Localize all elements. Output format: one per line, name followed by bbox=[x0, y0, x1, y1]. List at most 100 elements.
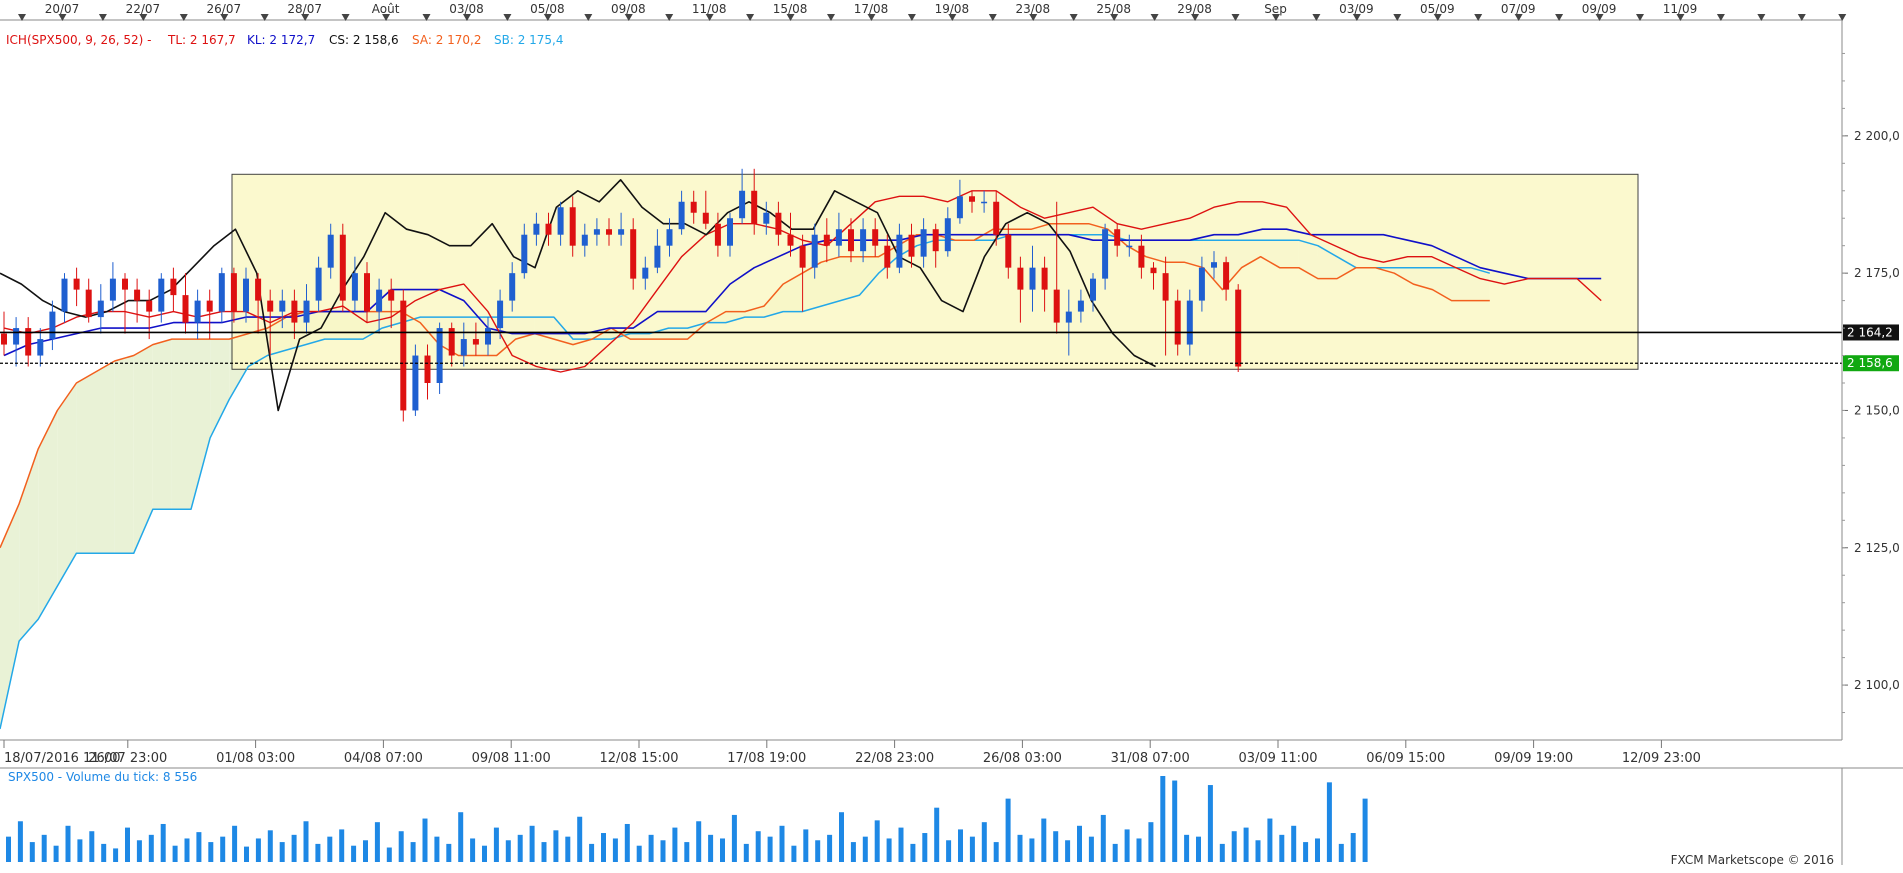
candle-body bbox=[109, 278, 116, 301]
volume-bar bbox=[196, 832, 202, 862]
candle-body bbox=[690, 201, 697, 213]
volume-bar bbox=[815, 840, 821, 862]
volume-bar bbox=[220, 836, 226, 862]
top-date-label: Août bbox=[372, 2, 400, 16]
bottom-time-axis[interactable]: 18/07/2016 11:0026/07 23:00 01/08 03:00 04… bbox=[3, 740, 1701, 766]
cloud-segment bbox=[152, 339, 172, 510]
candle-body bbox=[218, 273, 225, 312]
candle-body bbox=[37, 339, 44, 356]
candle-body bbox=[714, 223, 721, 246]
candle-body bbox=[327, 234, 334, 268]
volume-bar bbox=[339, 829, 345, 862]
candle-body bbox=[1065, 311, 1072, 323]
candle-body bbox=[122, 278, 128, 290]
top-date-label: 11/09 bbox=[1663, 2, 1698, 16]
candle-body bbox=[932, 229, 939, 252]
range-box-layer bbox=[231, 173, 1639, 370]
volume-bar bbox=[779, 825, 785, 862]
top-date-label: 29/08 bbox=[1177, 2, 1212, 16]
candle-body bbox=[497, 300, 504, 329]
candle-body bbox=[49, 311, 56, 340]
volume-bar bbox=[267, 830, 273, 862]
volume-bar bbox=[386, 847, 392, 862]
candle-body bbox=[654, 245, 661, 268]
candle-body bbox=[1017, 267, 1024, 290]
candle-body bbox=[666, 229, 673, 246]
x-tick-label: 06/09 15:00 bbox=[1366, 751, 1445, 766]
volume-bar bbox=[862, 836, 868, 862]
volume-bar bbox=[743, 843, 749, 862]
volume-bar bbox=[291, 834, 297, 862]
x-tick-label: 22/08 23:00 bbox=[855, 751, 934, 766]
price-chart: 2 164,2 2 158,6 20/07 22/07 26/07 28/07 Août 0… bbox=[0, 2, 1903, 867]
top-date-label: 23/08 bbox=[1016, 2, 1051, 16]
candle-body bbox=[569, 207, 576, 246]
candle-body bbox=[13, 328, 20, 345]
volume-bar bbox=[1362, 798, 1368, 862]
candle-body bbox=[146, 300, 153, 312]
volume-bar bbox=[969, 836, 975, 862]
y-tick-label: 2 125,0 bbox=[1854, 541, 1900, 555]
candle-body bbox=[823, 234, 830, 246]
volume-bar bbox=[446, 843, 452, 862]
candle-body bbox=[243, 278, 249, 312]
watermark: FXCM Marketscope © 2016 bbox=[1671, 853, 1834, 867]
cloud-segment bbox=[114, 355, 134, 554]
cloud-segment bbox=[210, 339, 230, 438]
volume-bar bbox=[981, 822, 987, 862]
y-tick-label: 2 150,0 bbox=[1854, 403, 1900, 417]
top-date-label: 25/08 bbox=[1096, 2, 1131, 16]
price-axis[interactable]: 2 200,0 2 175,0 2 150,0 2 125,0 2 100,0 bbox=[1842, 52, 1900, 714]
volume-bar bbox=[1041, 818, 1047, 862]
cloud-segment bbox=[57, 383, 77, 587]
volume-bar bbox=[696, 821, 702, 862]
volume-bar bbox=[720, 838, 725, 862]
candle-body bbox=[1223, 262, 1230, 290]
volume-bar bbox=[1315, 838, 1320, 862]
volume-bar bbox=[636, 845, 642, 862]
candle-body bbox=[1162, 273, 1169, 301]
volume-bar bbox=[434, 836, 440, 862]
x-tick-label: 31/08 07:00 bbox=[1111, 751, 1190, 766]
candle-body bbox=[642, 267, 649, 279]
x-tick-label: 12/08 15:00 bbox=[599, 751, 678, 766]
candle-body bbox=[1198, 267, 1205, 301]
volume-bar bbox=[53, 845, 59, 862]
x-tick-label: 01/08 03:00 bbox=[216, 751, 295, 766]
level-label: 2 158,6 bbox=[1847, 356, 1893, 370]
candle-body bbox=[872, 229, 879, 246]
x-tick-label: 03/09 11:00 bbox=[1238, 751, 1317, 766]
candle-body bbox=[775, 212, 782, 235]
volume-bar bbox=[482, 845, 487, 862]
volume-bar bbox=[29, 842, 35, 862]
top-date-label: 19/08 bbox=[935, 2, 970, 16]
cloud-segment bbox=[0, 503, 20, 730]
volume-bar bbox=[1029, 838, 1035, 862]
volume-bar bbox=[803, 829, 809, 862]
top-date-label: 09/08 bbox=[611, 2, 646, 16]
volume-bar bbox=[1077, 825, 1082, 862]
volume-bar bbox=[351, 845, 357, 862]
candle-body bbox=[472, 339, 479, 345]
volume-bar bbox=[208, 842, 214, 862]
candle-body bbox=[920, 229, 927, 257]
x-tick-label: 09/08 11:00 bbox=[472, 751, 551, 766]
candle-body bbox=[400, 300, 407, 411]
top-date-label: 22/07 bbox=[126, 2, 161, 16]
volume-bar bbox=[422, 818, 428, 862]
volume-bar bbox=[1100, 814, 1106, 862]
candle-body bbox=[315, 267, 322, 301]
candle-body bbox=[1, 333, 7, 345]
volume-bar bbox=[172, 845, 178, 862]
candle-body bbox=[799, 245, 806, 268]
volume-bar bbox=[755, 831, 761, 862]
candle-body bbox=[835, 229, 842, 246]
volume-bar bbox=[839, 812, 844, 862]
volume-bar bbox=[101, 843, 107, 862]
x-tick-label: 17/08 19:00 bbox=[727, 751, 806, 766]
top-date-axis[interactable]: 20/07 22/07 26/07 28/07 Août 03/08 05/08 09/08 1… bbox=[18, 2, 1847, 21]
legend-sb: SB: 2 175,4 bbox=[494, 33, 564, 47]
volume-bar bbox=[708, 834, 714, 862]
candle-body bbox=[618, 229, 625, 235]
legend-sa: SA: 2 170,2 bbox=[412, 33, 482, 47]
